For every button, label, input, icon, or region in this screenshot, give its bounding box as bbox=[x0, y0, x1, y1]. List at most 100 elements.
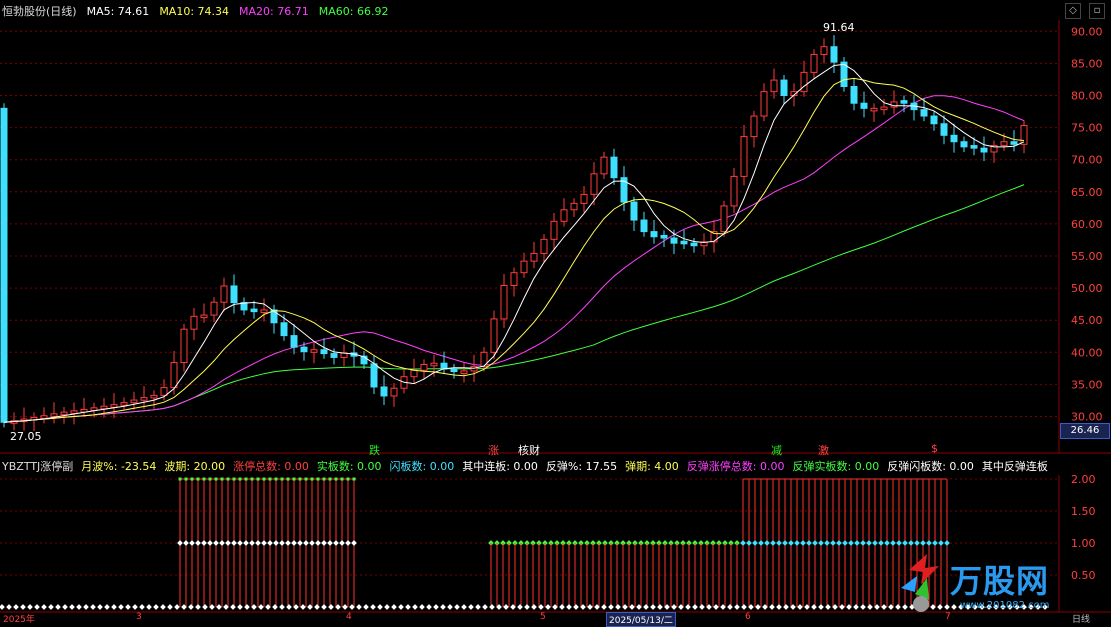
indicator-baseline-dot bbox=[699, 604, 705, 610]
indicator-dot bbox=[310, 477, 314, 481]
indicator-dot bbox=[255, 540, 261, 546]
ind-field-7: 弹期: 4.00 bbox=[625, 460, 679, 473]
indicator-dot bbox=[292, 477, 296, 481]
indicator-baseline-dot bbox=[559, 604, 565, 610]
candle-body bbox=[1010, 141, 1018, 145]
indicator-tick: 1.50 bbox=[1071, 505, 1096, 518]
candle-body bbox=[720, 205, 728, 233]
indicator-baseline-dot bbox=[608, 604, 614, 610]
price-grid bbox=[0, 30, 1059, 417]
indicator-dot bbox=[316, 477, 320, 481]
candle-body bbox=[530, 252, 538, 262]
date-cursor-label: 2025/05/13/二 bbox=[606, 612, 676, 627]
price-tick: 75.00 bbox=[1071, 122, 1103, 135]
indicator-dot bbox=[202, 477, 206, 481]
ma10-line bbox=[3, 77, 1025, 423]
indicator-dot bbox=[304, 477, 308, 481]
indicator-baseline-dot bbox=[146, 604, 152, 610]
indicator-dot bbox=[752, 540, 758, 546]
chart-window: 恒勃股份(日线) MA5: 74.61 MA10: 74.34 MA20: 76… bbox=[0, 0, 1111, 627]
candle-body bbox=[920, 109, 928, 117]
ind-field-3: 实板数: 0.00 bbox=[316, 460, 382, 473]
candle-body bbox=[960, 141, 968, 148]
indicator-baseline-dot bbox=[433, 604, 439, 610]
indicator-dot bbox=[740, 540, 746, 546]
candle-body bbox=[850, 86, 858, 104]
indicator-dot bbox=[273, 540, 279, 546]
candle-body bbox=[380, 386, 388, 397]
candle-body bbox=[680, 240, 688, 245]
price-axis: 90.00 85.00 80.00 75.00 70.00 65.00 60.00 55.00… bbox=[1071, 25, 1103, 423]
indicator-dot bbox=[244, 477, 248, 481]
indicator-dot bbox=[268, 477, 272, 481]
candle-body bbox=[830, 46, 838, 63]
marker-reduce[interactable]: 减 bbox=[771, 442, 782, 458]
candle-body bbox=[180, 328, 188, 364]
indicator-baseline-dot bbox=[279, 604, 285, 610]
candle-body bbox=[420, 363, 428, 371]
kline-chart[interactable]: 90.00 85.00 80.00 75.00 70.00 65.00 60.00 55.00… bbox=[0, 0, 1111, 623]
marker-drop[interactable]: 跌 bbox=[369, 442, 380, 458]
indicator-name[interactable]: YBZTTJ涨停副 bbox=[2, 458, 73, 474]
indicator-baseline-dot bbox=[671, 604, 677, 610]
indicator-baseline-dot bbox=[139, 604, 145, 610]
indicator-dot bbox=[279, 540, 285, 546]
price-tick: 55.00 bbox=[1071, 250, 1103, 263]
indicator-dot bbox=[178, 477, 182, 481]
price-tick: 50.00 bbox=[1071, 282, 1103, 295]
price-tick: 40.00 bbox=[1071, 346, 1103, 359]
indicator-baseline-dot bbox=[860, 604, 866, 610]
indicator-baseline-dot bbox=[545, 604, 551, 610]
ma20-path bbox=[3, 95, 1025, 423]
candle-body bbox=[150, 394, 158, 399]
marker-finance[interactable]: 核财 bbox=[518, 442, 540, 458]
ind-field-10: 反弹闪板数: 0.00 bbox=[887, 460, 974, 473]
indicator-baseline-dot bbox=[0, 604, 5, 610]
indicator-dot bbox=[213, 540, 219, 546]
indicator-baseline-dot bbox=[685, 604, 691, 610]
price-tick: 85.00 bbox=[1071, 57, 1103, 70]
date-label-3: 3 bbox=[136, 612, 142, 622]
indicator-dot bbox=[824, 540, 830, 546]
indicator-baseline-dot bbox=[69, 604, 75, 610]
indicator-baseline-dot bbox=[167, 604, 173, 610]
indicator-baseline-dot bbox=[195, 604, 201, 610]
indicator-header: YBZTTJ涨停副 月波%: -23.54 波期: 20.00 涨停总数: 0.… bbox=[0, 457, 1048, 475]
candle-body bbox=[280, 322, 288, 337]
candle-body bbox=[250, 308, 258, 313]
indicator-baseline-dot bbox=[20, 604, 26, 610]
indicator-dot bbox=[345, 540, 351, 546]
candle-body bbox=[690, 242, 698, 247]
indicator-dot bbox=[351, 540, 357, 546]
candle-body bbox=[260, 309, 268, 313]
indicator-dot bbox=[286, 477, 290, 481]
indicator-baseline-dot bbox=[356, 604, 362, 610]
price-tick: 45.00 bbox=[1071, 314, 1103, 327]
indicator-baseline-dot bbox=[776, 604, 782, 610]
indicator-baseline-dot bbox=[13, 604, 19, 610]
marker-dividend[interactable]: $ bbox=[931, 442, 938, 455]
brand-logo: 万股网 www.201082.com bbox=[895, 548, 1075, 618]
indicator-baseline-dot bbox=[237, 604, 243, 610]
indicator-baseline-dot bbox=[286, 604, 292, 610]
current-price-box: 26.46 bbox=[1060, 423, 1110, 439]
candle-body bbox=[460, 370, 468, 374]
indicator-dot bbox=[932, 540, 938, 546]
candle-body bbox=[810, 53, 818, 73]
indicator-dot bbox=[339, 540, 345, 546]
indicator-dot bbox=[842, 540, 848, 546]
price-tick: 90.00 bbox=[1071, 25, 1103, 38]
indicator-baseline-dot bbox=[342, 604, 348, 610]
marker-rise[interactable]: 涨 bbox=[488, 442, 499, 458]
indicator-baseline-dot bbox=[272, 604, 278, 610]
indicator-baseline-dot bbox=[783, 604, 789, 610]
indicator-baseline-dot bbox=[475, 604, 481, 610]
indicator-baseline-dot bbox=[153, 604, 159, 610]
candle-body bbox=[370, 363, 378, 388]
indicator-baseline-dot bbox=[643, 604, 649, 610]
indicator-baseline-dot bbox=[244, 604, 250, 610]
marker-incentive[interactable]: 激 bbox=[818, 442, 829, 458]
indicator-dot bbox=[183, 540, 189, 546]
indicator-dot bbox=[848, 540, 854, 546]
indicator-baseline-dot bbox=[489, 604, 495, 610]
